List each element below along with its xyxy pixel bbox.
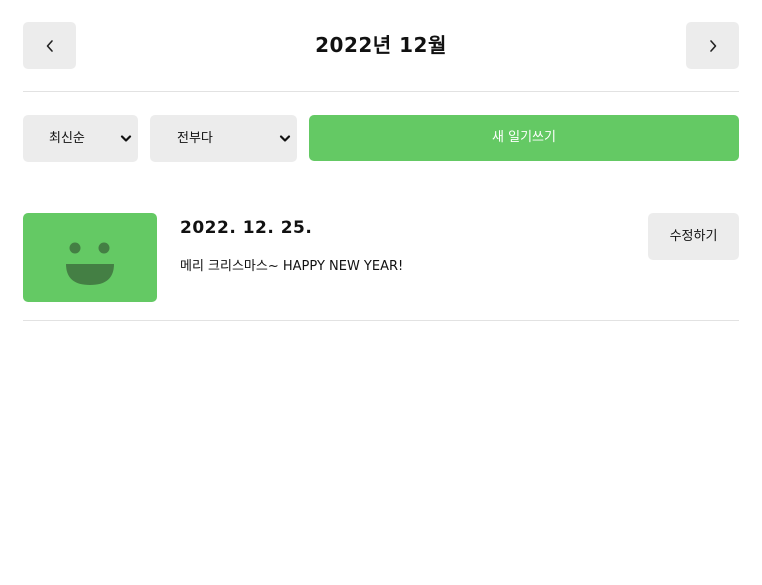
diary-date: 2022. 12. 25. bbox=[180, 218, 313, 238]
new-diary-button[interactable]: 새 일기쓰기 bbox=[309, 115, 739, 161]
prev-month-button[interactable] bbox=[23, 22, 76, 69]
diary-item: 2022. 12. 25. 메리 크리스마스~ HAPPY NEW YEAR! … bbox=[23, 213, 739, 320]
sort-select-value: 최신순 bbox=[49, 131, 85, 146]
diary-app: 2022년 12월 최신순 전부다 새 일기쓰기 2022. 12. 25. 메… bbox=[0, 0, 762, 585]
next-month-button[interactable] bbox=[686, 22, 739, 69]
emotion-image[interactable] bbox=[23, 213, 157, 302]
item-divider bbox=[23, 320, 739, 321]
chevron-down-icon bbox=[279, 135, 291, 142]
edit-button[interactable]: 수정하기 bbox=[648, 213, 739, 260]
diary-content-preview: 메리 크리스마스~ HAPPY NEW YEAR! bbox=[180, 259, 404, 274]
chevron-right-icon bbox=[709, 39, 716, 52]
filter-select-value: 전부다 bbox=[177, 131, 213, 146]
smile-face-icon bbox=[66, 242, 114, 285]
month-title: 2022년 12월 bbox=[315, 33, 447, 57]
filter-select[interactable]: 전부다 bbox=[150, 115, 297, 162]
chevron-left-icon bbox=[46, 39, 53, 52]
month-header: 2022년 12월 bbox=[23, 22, 739, 69]
sort-select[interactable]: 최신순 bbox=[23, 115, 138, 162]
chevron-down-icon bbox=[120, 135, 132, 142]
header-divider bbox=[23, 91, 739, 92]
